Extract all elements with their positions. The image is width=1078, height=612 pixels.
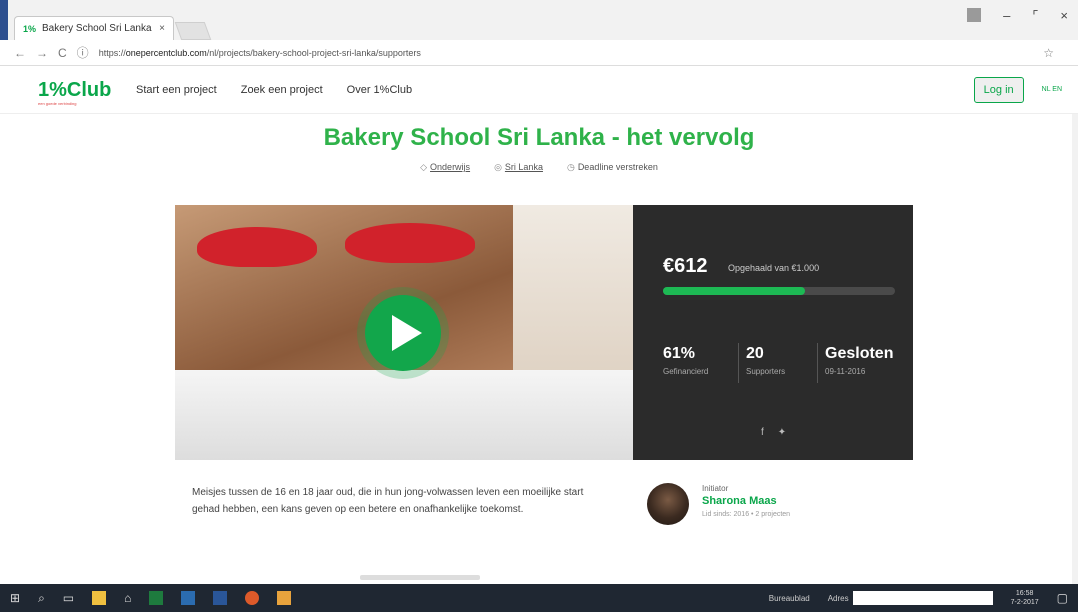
close-tab-icon[interactable]: × — [159, 23, 165, 34]
browser-tab-strip: 1% Bakery School Sri Lanka × – ⌜ × — [0, 0, 1078, 40]
initiator-meta: Lid sinds: 2016 • 2 projecten — [702, 511, 791, 518]
url-prefix: https:// — [98, 47, 126, 58]
nav-about[interactable]: Over 1%Club — [347, 84, 412, 96]
funding-progress-fill — [663, 287, 805, 295]
play-button[interactable] — [365, 295, 441, 371]
logo-text: 1%Club — [38, 78, 112, 101]
window-accent — [0, 0, 8, 40]
share-links: f ✦ — [761, 427, 786, 438]
scroll-indicator — [360, 575, 480, 580]
app-icon[interactable] — [277, 591, 292, 605]
clock-date: 7-2-2017 — [1010, 599, 1039, 606]
supporters-stat: 20 Supporters — [746, 345, 785, 376]
status-stat: Gesloten 09-11-2016 — [825, 345, 893, 376]
system-clock[interactable]: 16:58 7-2-2017 — [1011, 589, 1039, 607]
address-label: Adres — [827, 593, 849, 603]
status-value: Gesloten — [825, 345, 894, 362]
chrome-icon[interactable] — [245, 591, 260, 605]
tag-icon: ◇ — [420, 162, 428, 172]
start-icon[interactable]: ⊞ — [10, 591, 20, 605]
initiator-info: Initiator Sharona Maas Lid sinds: 2016 •… — [702, 484, 790, 518]
project-description: Meisjes tussen de 16 en 18 jaar oud, die… — [192, 487, 584, 515]
funded-value: 61% — [663, 345, 696, 362]
language-switcher[interactable]: NL EN — [1042, 86, 1062, 93]
page-info-icon[interactable]: ⓘ — [77, 44, 89, 61]
project-video[interactable] — [175, 205, 633, 460]
home-icon[interactable]: ⌂ — [124, 591, 131, 605]
initiator-name[interactable]: Sharona Maas — [702, 495, 790, 507]
address-toolbar: Adres — [828, 591, 993, 605]
task-view-icon[interactable]: ▭ — [63, 591, 74, 605]
country-link[interactable]: Sri Lanka — [505, 162, 543, 172]
minimize-icon[interactable]: – — [1003, 8, 1010, 24]
login-button[interactable]: Log in — [973, 76, 1024, 103]
back-icon[interactable]: ← — [14, 46, 26, 60]
word-icon[interactable] — [213, 591, 228, 605]
omnibox-row: ← → C ⓘ https:// onepercentclub.com /nl/… — [0, 40, 1078, 66]
initiator-avatar[interactable] — [647, 483, 689, 525]
project-meta: ◇ Onderwijs ◎ Sri Lanka ◷ Deadline verstrek… — [0, 162, 1078, 173]
reload-icon[interactable]: C — [58, 46, 67, 60]
user-profile-icon[interactable] — [967, 8, 982, 22]
category-link[interactable]: Onderwijs — [430, 162, 470, 172]
tab-title: Bakery School Sri Lanka — [42, 23, 152, 34]
project-title: Bakery School Sri Lanka - het vervolg — [323, 124, 755, 151]
page-scrollbar[interactable] — [1072, 114, 1078, 584]
url-domain: onepercentclub.com — [125, 47, 207, 58]
supporters-value: 20 — [746, 345, 764, 362]
clock-time: 16:58 — [1015, 590, 1034, 597]
notifications-icon[interactable]: ▢ — [1057, 591, 1068, 605]
address-bar[interactable]: https:// onepercentclub.com /nl/projects… — [99, 48, 1044, 58]
browser-tab[interactable]: 1% Bakery School Sri Lanka × — [14, 16, 174, 40]
facebook-icon[interactable]: f — [761, 427, 764, 438]
url-path: /nl/projects/bakery-school-project-sri-l… — [206, 47, 421, 58]
favicon-icon: 1% — [23, 23, 37, 34]
window-controls: – ⌜ × — [967, 8, 1068, 24]
location-pin-icon: ◎ — [494, 162, 502, 172]
site-logo[interactable]: 1%Club een goede verbinding — [38, 78, 112, 106]
clock-icon: ◷ — [566, 162, 575, 172]
supporters-label: Supporters — [746, 367, 786, 376]
file-explorer-icon[interactable] — [92, 591, 107, 605]
funded-stat: 61% Gefinancierd — [663, 345, 708, 376]
logo-tagline: een goede verbinding — [38, 100, 77, 106]
maximize-icon[interactable]: ⌜ — [1032, 8, 1038, 24]
funding-progress-bar — [663, 287, 895, 295]
forward-icon[interactable]: → — [36, 46, 48, 60]
amount-raised: €612 — [663, 255, 708, 277]
desktop-toolbar-label[interactable]: Bureaublad — [769, 594, 810, 603]
new-tab-button[interactable] — [174, 22, 212, 40]
nav-start-project[interactable]: Start een project — [136, 84, 217, 96]
search-icon[interactable]: ⌕ — [38, 591, 45, 606]
address-input[interactable] — [852, 591, 993, 605]
excel-icon[interactable] — [149, 591, 164, 605]
initiator-label: Initiator — [702, 484, 729, 493]
deadline-status: Deadline verstreken — [577, 162, 658, 172]
close-window-icon[interactable]: × — [1060, 8, 1068, 24]
funding-panel: €612 Opgehaald van €1.000 61% Gefinancie… — [633, 205, 913, 460]
windows-taskbar: ⊞ ⌕ ▭ ⌂ Bureaublad Adres 16:58 7-2-2017 … — [0, 584, 1078, 612]
nav-find-project[interactable]: Zoek een project — [241, 84, 323, 96]
outlook-icon[interactable] — [181, 591, 196, 605]
amount-target: Opgehaald van €1.000 — [728, 263, 820, 273]
site-header: 1%Club een goede verbinding Start een pr… — [0, 66, 1078, 114]
play-icon — [392, 315, 422, 351]
bookmark-star-icon[interactable]: ☆ — [1043, 46, 1054, 60]
status-date: 09-11-2016 — [825, 367, 866, 376]
twitter-icon[interactable]: ✦ — [778, 427, 786, 438]
funded-label: Gefinancierd — [663, 367, 709, 376]
